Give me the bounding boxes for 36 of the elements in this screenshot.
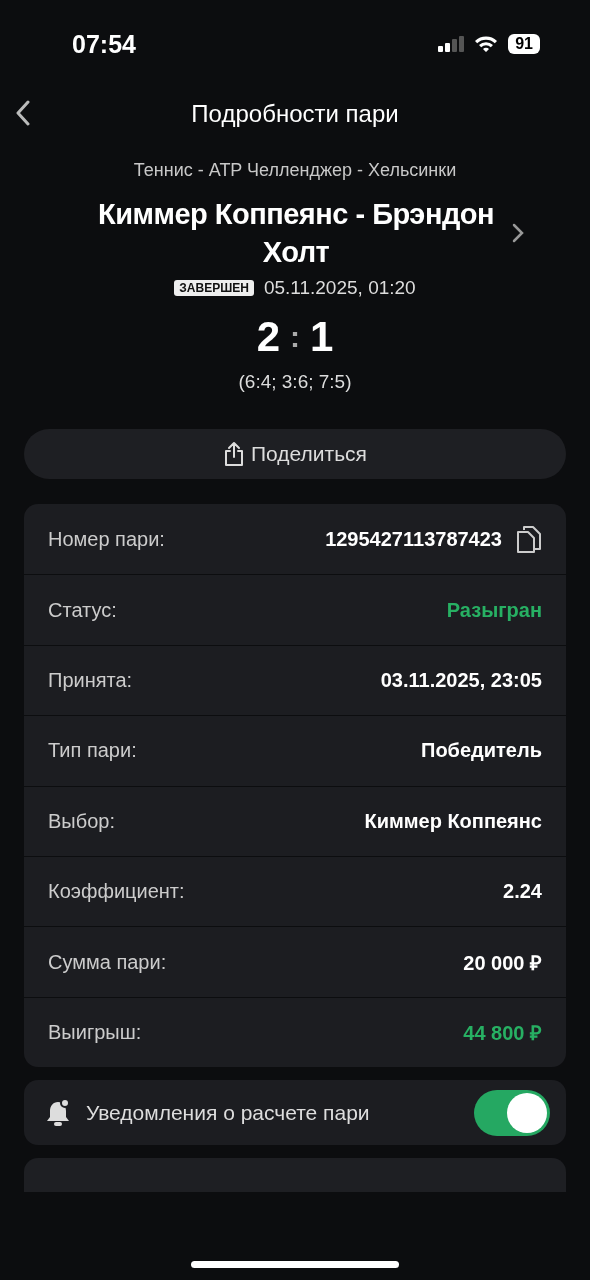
away-score: 1 — [310, 313, 334, 361]
share-icon — [223, 441, 245, 467]
detail-label: Коэффициент: — [48, 880, 185, 904]
detail-value: 2.24 — [503, 880, 542, 904]
detail-label: Выигрыш: — [48, 1020, 142, 1044]
league-name: Теннис - ATP Челленджер - Хельсинки — [133, 160, 457, 181]
match-datetime: 05.11.2025, 01:20 — [263, 277, 416, 299]
detail-label: Принята: — [48, 668, 133, 692]
detail-value: Разыгран — [446, 598, 542, 622]
detail-label: Номер пари: — [48, 527, 165, 551]
notification-label: Уведомления о расчете пари — [86, 1100, 371, 1125]
match-title[interactable]: Киммер Коппеянс - Брэндон Холт — [96, 195, 496, 271]
home-score: 2 — [256, 313, 280, 361]
detail-label: Тип пари: — [48, 739, 137, 763]
detail-label: Статус: — [48, 598, 117, 622]
detail-label: Сумма пари: — [48, 950, 167, 974]
wifi-icon — [474, 35, 499, 53]
detail-label: Выбор: — [48, 809, 115, 833]
detail-value: 1295427113787423 — [325, 527, 502, 551]
battery-level: 91 — [508, 34, 540, 54]
detail-value: Победитель — [421, 739, 542, 763]
status-badge: ЗАВЕРШЕН — [174, 280, 254, 296]
notification-toggle[interactable] — [474, 1089, 550, 1136]
detail-value: 44 800 ₽ — [463, 1020, 542, 1046]
copy-icon[interactable] — [516, 524, 542, 555]
detail-value: 03.11.2025, 23:05 — [380, 668, 542, 692]
detail-value: 20 000 ₽ — [463, 950, 542, 976]
screen-title: Подробности пари — [191, 100, 399, 128]
detail-value: Киммер Коппеянс — [364, 809, 542, 833]
status-time: 07:54 — [72, 29, 136, 59]
set-scores: (6:4; 3:6; 7:5) — [238, 371, 352, 393]
signal-icon — [438, 36, 465, 52]
chevron-right-icon[interactable] — [512, 223, 524, 243]
score-separator: : — [290, 320, 300, 354]
bell-icon — [44, 1097, 72, 1128]
share-button[interactable]: Поделиться — [24, 429, 566, 479]
